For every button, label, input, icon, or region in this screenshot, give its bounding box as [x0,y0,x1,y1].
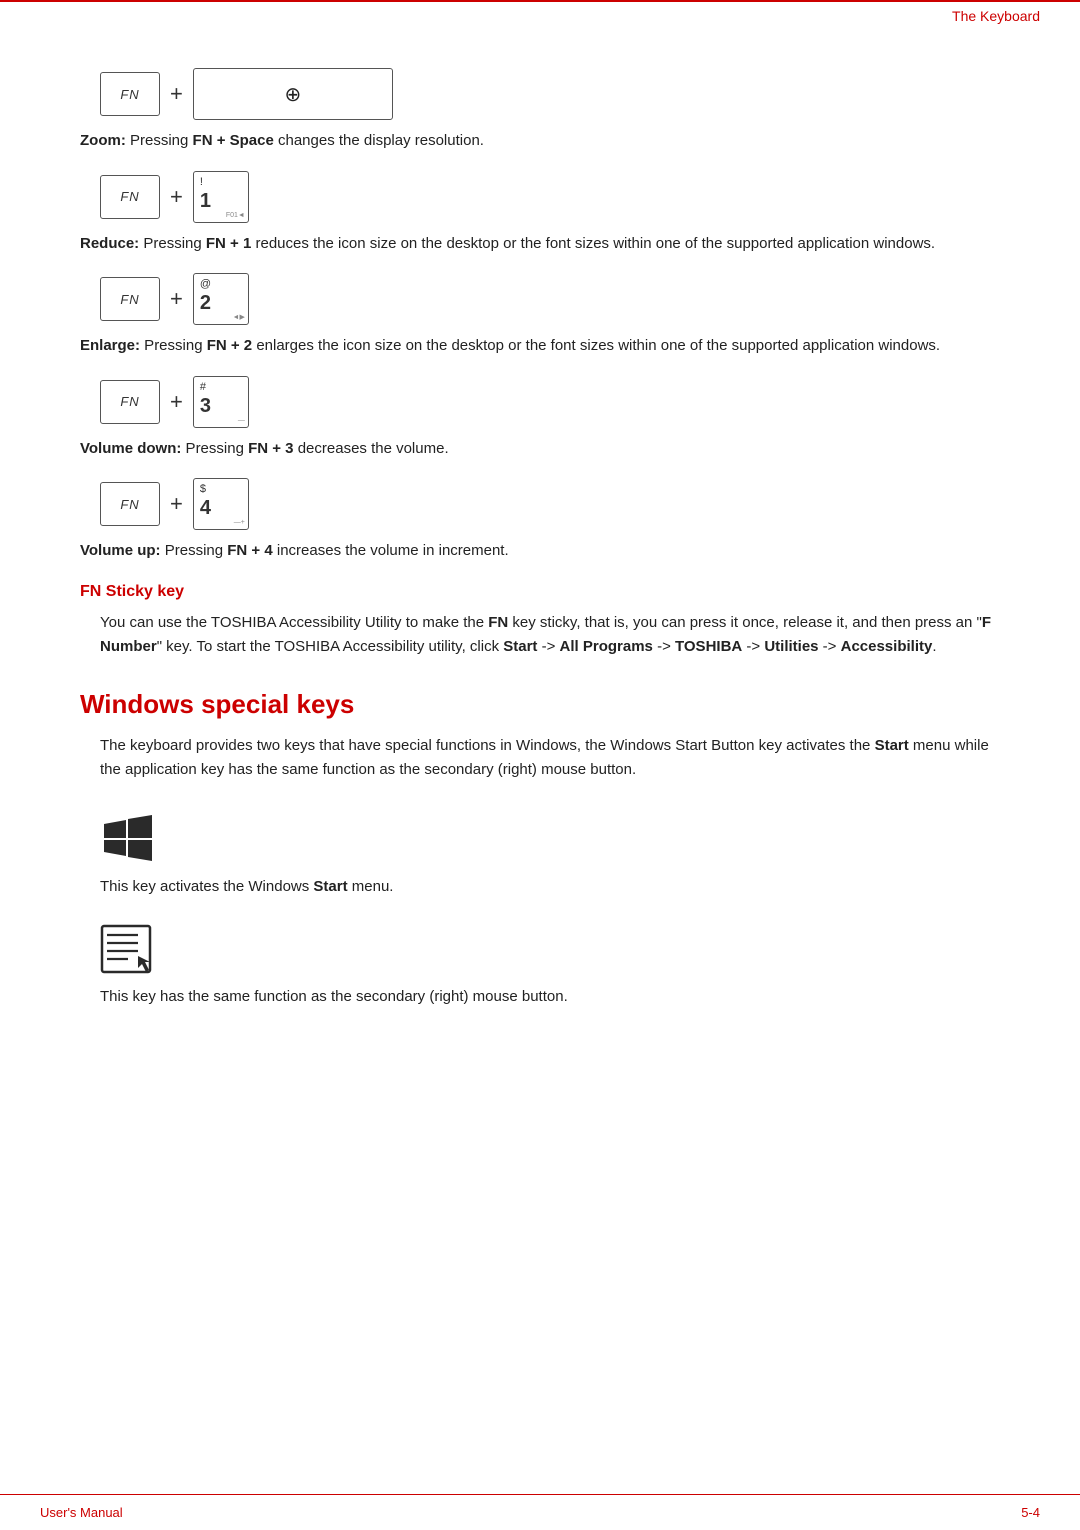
windows-special-heading: Windows special keys [80,689,1000,720]
key-1-main: 1 [200,190,211,213]
key-3-sub: — [238,417,245,424]
windows-intro: The keyboard provides two keys that have… [100,734,1000,782]
vol-up-key-combo-wrapper: FN + $ 4 —+ [100,478,1000,530]
key-1-top: ! [200,176,203,188]
main-content: FN + ⊕ Zoom: Pressing FN + Space changes… [0,0,1080,1049]
key-2-top: @ [200,278,211,290]
windows-logo-icon [100,812,156,864]
vol-up-key-combo: FN + $ 4 —+ [100,478,1000,530]
key-2: @ 2 ◄▶ [193,273,249,325]
key-4-sub: —+ [234,519,245,526]
vol-down-key-combo: FN + # 3 — [100,376,1000,428]
plus-enlarge: + [170,286,183,312]
enlarge-label: Enlarge: [80,337,140,354]
fn-key-reduce: FN [100,175,160,219]
key-4: $ 4 —+ [193,478,249,530]
key-3-top: # [200,381,206,393]
fn-key-vol-down: FN [100,380,160,424]
enlarge-key-combo: FN + @ 2 ◄▶ [100,273,1000,325]
key-2-main: 2 [200,292,211,315]
key-3-main: 3 [200,395,211,418]
footer-left: User's Manual [40,1505,123,1520]
key-3: # 3 — [193,376,249,428]
fn-key-enlarge: FN [100,277,160,321]
reduce-key-combo-wrapper: FN + ! 1 F01◄ [100,171,1000,223]
reduce-key-combo: FN + ! 1 F01◄ [100,171,1000,223]
plus-zoom: + [170,81,183,107]
header-title: The Keyboard [952,8,1040,24]
enlarge-key-combo-wrapper: FN + @ 2 ◄▶ [100,273,1000,325]
zoom-desc: Zoom: Pressing FN + Space changes the di… [80,130,1000,153]
key-4-top: $ [200,483,206,495]
key-1: ! 1 F01◄ [193,171,249,223]
fn-sticky-heading: FN Sticky key [80,583,1000,601]
fn-key-vol-up: FN [100,482,160,526]
reduce-desc: Reduce: Pressing FN + 1 reduces the icon… [80,233,1000,256]
zoom-label: Zoom: [80,132,126,149]
plus-reduce: + [170,184,183,210]
vol-down-key-combo-wrapper: FN + # 3 — [100,376,1000,428]
key-4-main: 4 [200,497,211,520]
vol-up-label: Volume up: [80,542,161,559]
app-key-desc: This key has the same function as the se… [100,986,1000,1009]
top-rule [0,0,1080,2]
zoom-key: ⊕ [193,68,393,120]
fn-key-zoom: FN [100,72,160,116]
key-2-sub: ◄▶ [233,313,245,321]
vol-up-desc: Volume up: Pressing FN + 4 increases the… [80,540,1000,563]
vol-down-label: Volume down: [80,440,181,457]
app-key-icon [100,924,152,974]
footer: User's Manual 5-4 [0,1494,1080,1530]
win-key-desc: This key activates the Windows Start men… [100,876,1000,899]
plus-vol-up: + [170,491,183,517]
vol-down-desc: Volume down: Pressing FN + 3 decreases t… [80,438,1000,461]
footer-right: 5-4 [1021,1505,1040,1520]
fn-sticky-text: You can use the TOSHIBA Accessibility Ut… [100,611,1000,659]
enlarge-desc: Enlarge: Pressing FN + 2 enlarges the ic… [80,335,1000,358]
plus-vol-down: + [170,389,183,415]
zoom-key-combo: FN + ⊕ [100,68,1000,120]
zoom-icon: ⊕ [284,82,301,107]
key-1-sub: F01◄ [226,212,245,219]
zoom-key-combo-wrapper: FN + ⊕ [100,68,1000,120]
reduce-label: Reduce: [80,235,139,252]
